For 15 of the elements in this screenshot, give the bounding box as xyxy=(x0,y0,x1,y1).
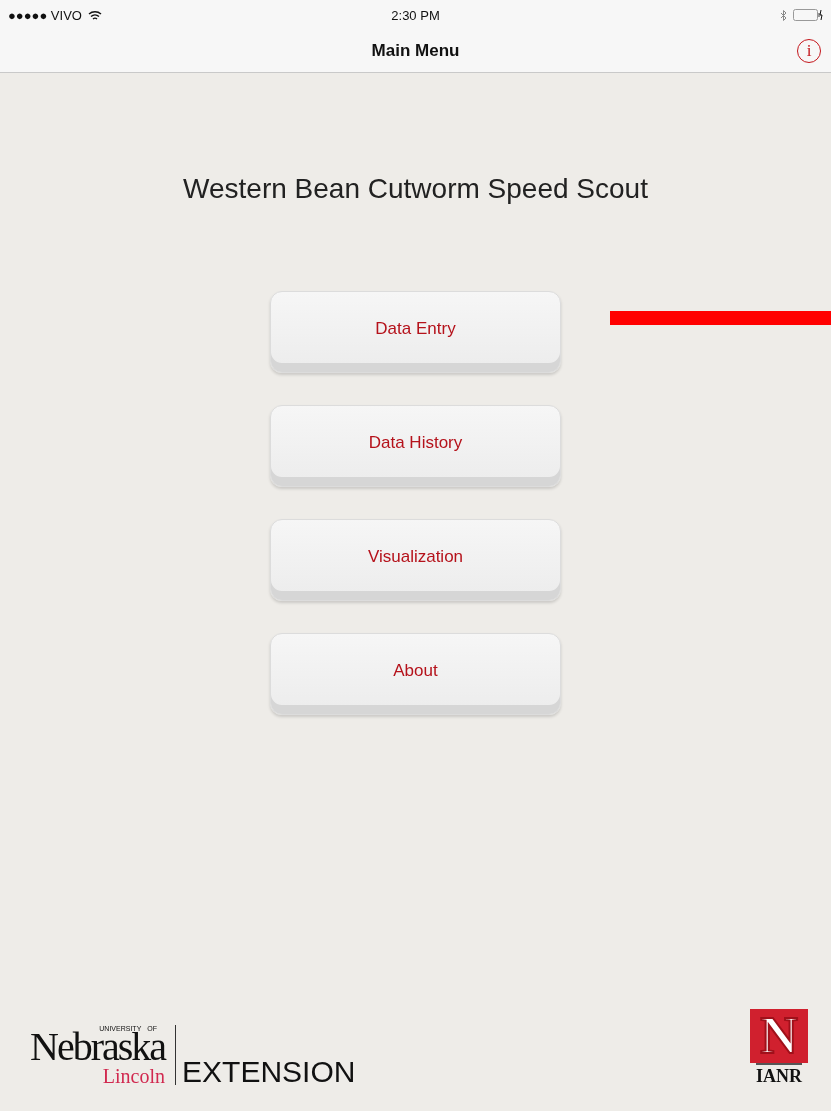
logo-text: EXTENSION xyxy=(182,1057,356,1087)
app-title: Western Bean Cutworm Speed Scout xyxy=(183,173,648,205)
battery-icon xyxy=(793,9,823,21)
nav-title: Main Menu xyxy=(371,41,460,61)
logo-text: IANR xyxy=(756,1063,802,1087)
logo-text: Lincoln xyxy=(102,1065,166,1087)
bluetooth-icon xyxy=(780,9,787,21)
logo-letter: N xyxy=(750,1009,808,1063)
menu-button[interactable]: Data Entry xyxy=(270,291,561,373)
carrier-label: ●●●●● VIVO xyxy=(8,7,82,23)
menu-button[interactable]: Data History xyxy=(270,405,561,487)
wifi-icon xyxy=(87,9,102,21)
menu-button[interactable]: Visualization xyxy=(270,519,561,601)
clock-label: 2:30 PM xyxy=(391,7,440,23)
menu-button[interactable]: About xyxy=(270,633,561,715)
